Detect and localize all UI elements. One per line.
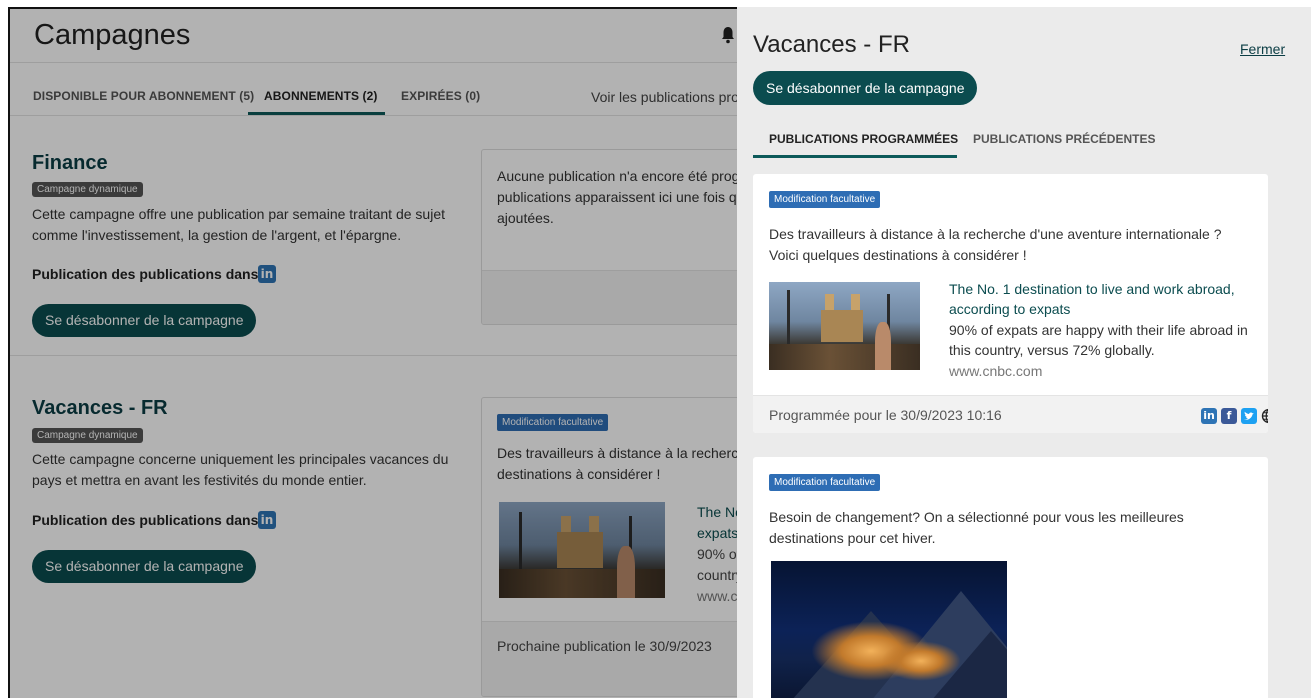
- post-footer: Programmée pour le 30/9/2023 10:16 in f: [753, 395, 1268, 433]
- link-description: 90% of expats are happy with their life …: [949, 322, 1248, 358]
- twitter-icon: [1241, 408, 1257, 424]
- close-link[interactable]: Fermer: [1240, 41, 1285, 57]
- link-title[interactable]: The No. 1 destination to live and work a…: [949, 279, 1259, 319]
- drawer-title: Vacances - FR: [753, 31, 910, 58]
- post-image: [769, 282, 920, 370]
- facebook-icon: f: [1221, 408, 1237, 424]
- globe-icon: [1261, 408, 1268, 424]
- post-card: Modification facultative Des travailleur…: [753, 174, 1268, 433]
- linkedin-icon: in: [1201, 408, 1217, 424]
- tab-previous[interactable]: PUBLICATIONS PRÉCÉDENTES: [973, 132, 1155, 146]
- post-card: Modification facultative Besoin de chang…: [753, 457, 1268, 698]
- link-url: www.cnbc.com: [949, 363, 1043, 379]
- modal-backdrop[interactable]: [10, 9, 745, 698]
- active-tab-indicator: [753, 155, 957, 158]
- post-text: Besoin de changement? On a sélectionné p…: [769, 509, 1184, 546]
- post-text: Des travailleurs à distance à la recherc…: [769, 226, 1222, 263]
- campaign-drawer: Vacances - FR Fermer Se désabonner de la…: [737, 7, 1311, 698]
- tab-scheduled[interactable]: PUBLICATIONS PROGRAMMÉES: [769, 132, 958, 146]
- unsubscribe-button[interactable]: Se désabonner de la campagne: [753, 71, 978, 105]
- optional-edit-badge: Modification facultative: [769, 474, 881, 491]
- scheduled-date: Programmée pour le 30/9/2023 10:16: [769, 407, 1002, 423]
- optional-edit-badge: Modification facultative: [769, 191, 881, 208]
- post-image: [771, 561, 1007, 698]
